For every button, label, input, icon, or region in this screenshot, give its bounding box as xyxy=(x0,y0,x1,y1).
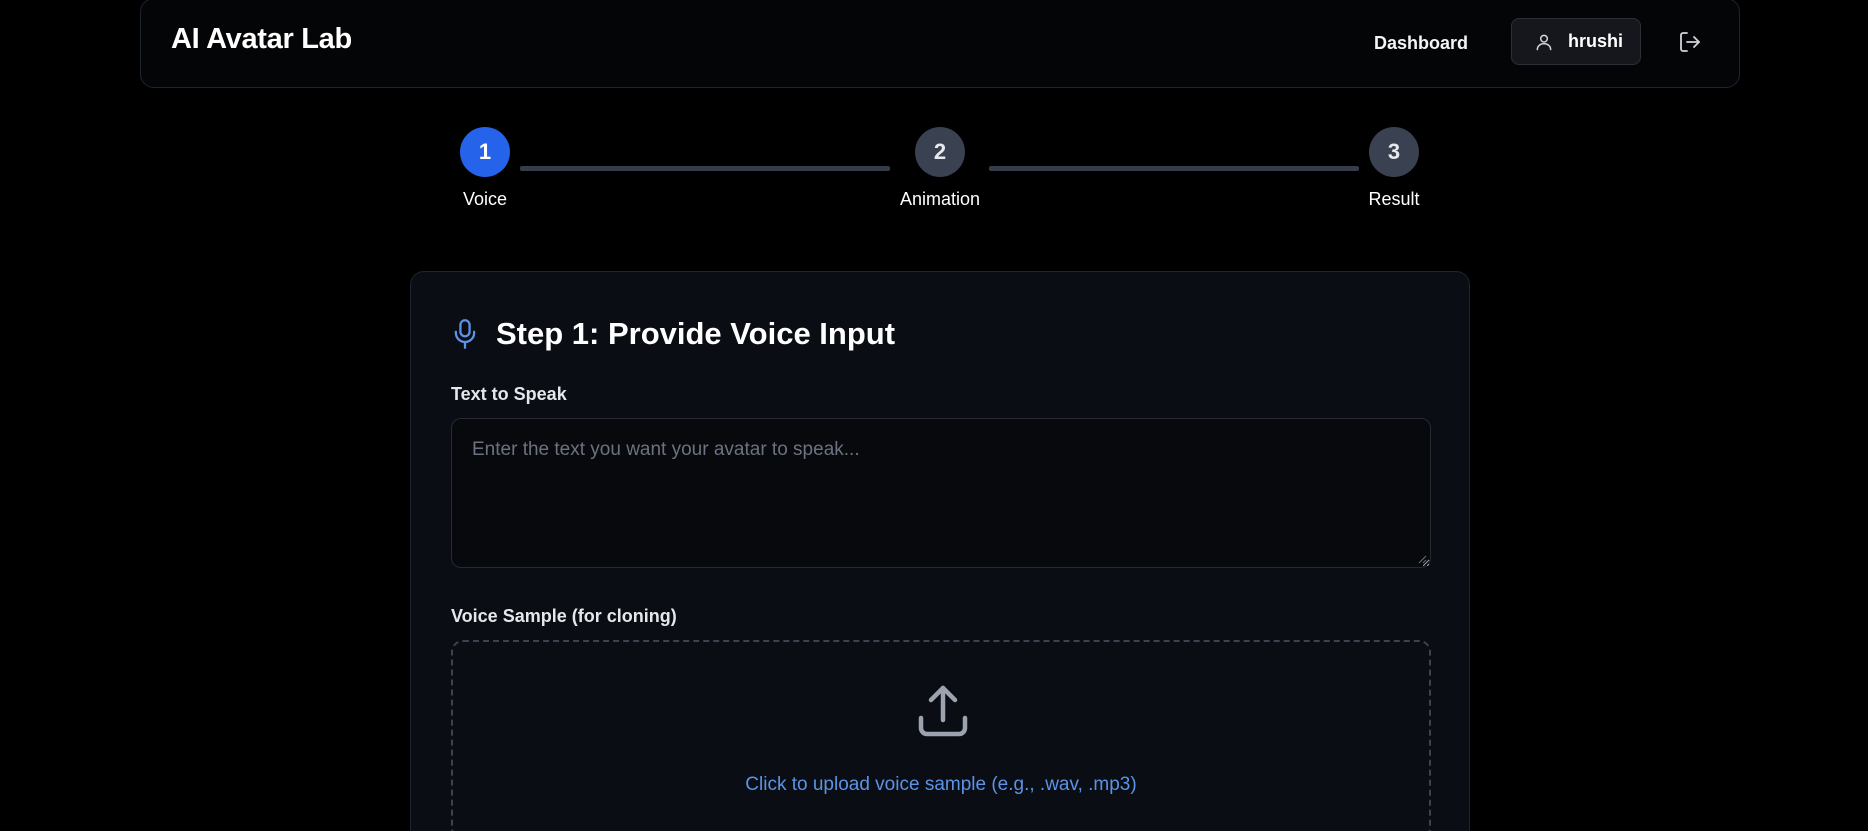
step-3-label: Result xyxy=(1368,189,1420,209)
step-2-label: Animation xyxy=(899,189,981,209)
top-navbar: AI Avatar Lab Dashboard hrushi xyxy=(140,0,1740,88)
text-to-speak-label: Text to Speak xyxy=(451,384,567,404)
user-icon xyxy=(1534,32,1554,52)
microphone-icon xyxy=(451,318,479,350)
resize-grip-icon[interactable] xyxy=(1417,554,1427,564)
brand-logo[interactable]: AI Avatar Lab xyxy=(171,23,352,56)
logout-button[interactable] xyxy=(1678,30,1702,54)
step-connector-2 xyxy=(989,166,1359,171)
card-heading: Step 1: Provide Voice Input xyxy=(451,316,895,352)
text-to-speak-input[interactable] xyxy=(451,418,1431,568)
voice-input-card: Step 1: Provide Voice Input Text to Spea… xyxy=(410,271,1470,831)
upload-icon xyxy=(915,684,971,740)
logout-icon xyxy=(1678,30,1702,54)
step-1-circle[interactable]: 1 xyxy=(460,127,510,177)
step-connector-1 xyxy=(520,166,890,171)
dashboard-link[interactable]: Dashboard xyxy=(1374,33,1468,54)
upload-prompt-text[interactable]: Click to upload voice sample (e.g., .wav… xyxy=(453,774,1429,796)
step-3-circle[interactable]: 3 xyxy=(1369,127,1419,177)
user-menu-button[interactable]: hrushi xyxy=(1511,18,1641,65)
card-title: Step 1: Provide Voice Input xyxy=(496,316,896,351)
page: AI Avatar Lab Dashboard hrushi 1 2 3 Voi… xyxy=(0,0,1868,831)
user-name: hrushi xyxy=(1568,31,1624,51)
step-2-circle[interactable]: 2 xyxy=(915,127,965,177)
voice-sample-label: Voice Sample (for cloning) xyxy=(451,606,677,626)
step-1-label: Voice xyxy=(462,189,508,209)
voice-sample-upload-dropzone[interactable]: Click to upload voice sample (e.g., .wav… xyxy=(451,640,1431,831)
